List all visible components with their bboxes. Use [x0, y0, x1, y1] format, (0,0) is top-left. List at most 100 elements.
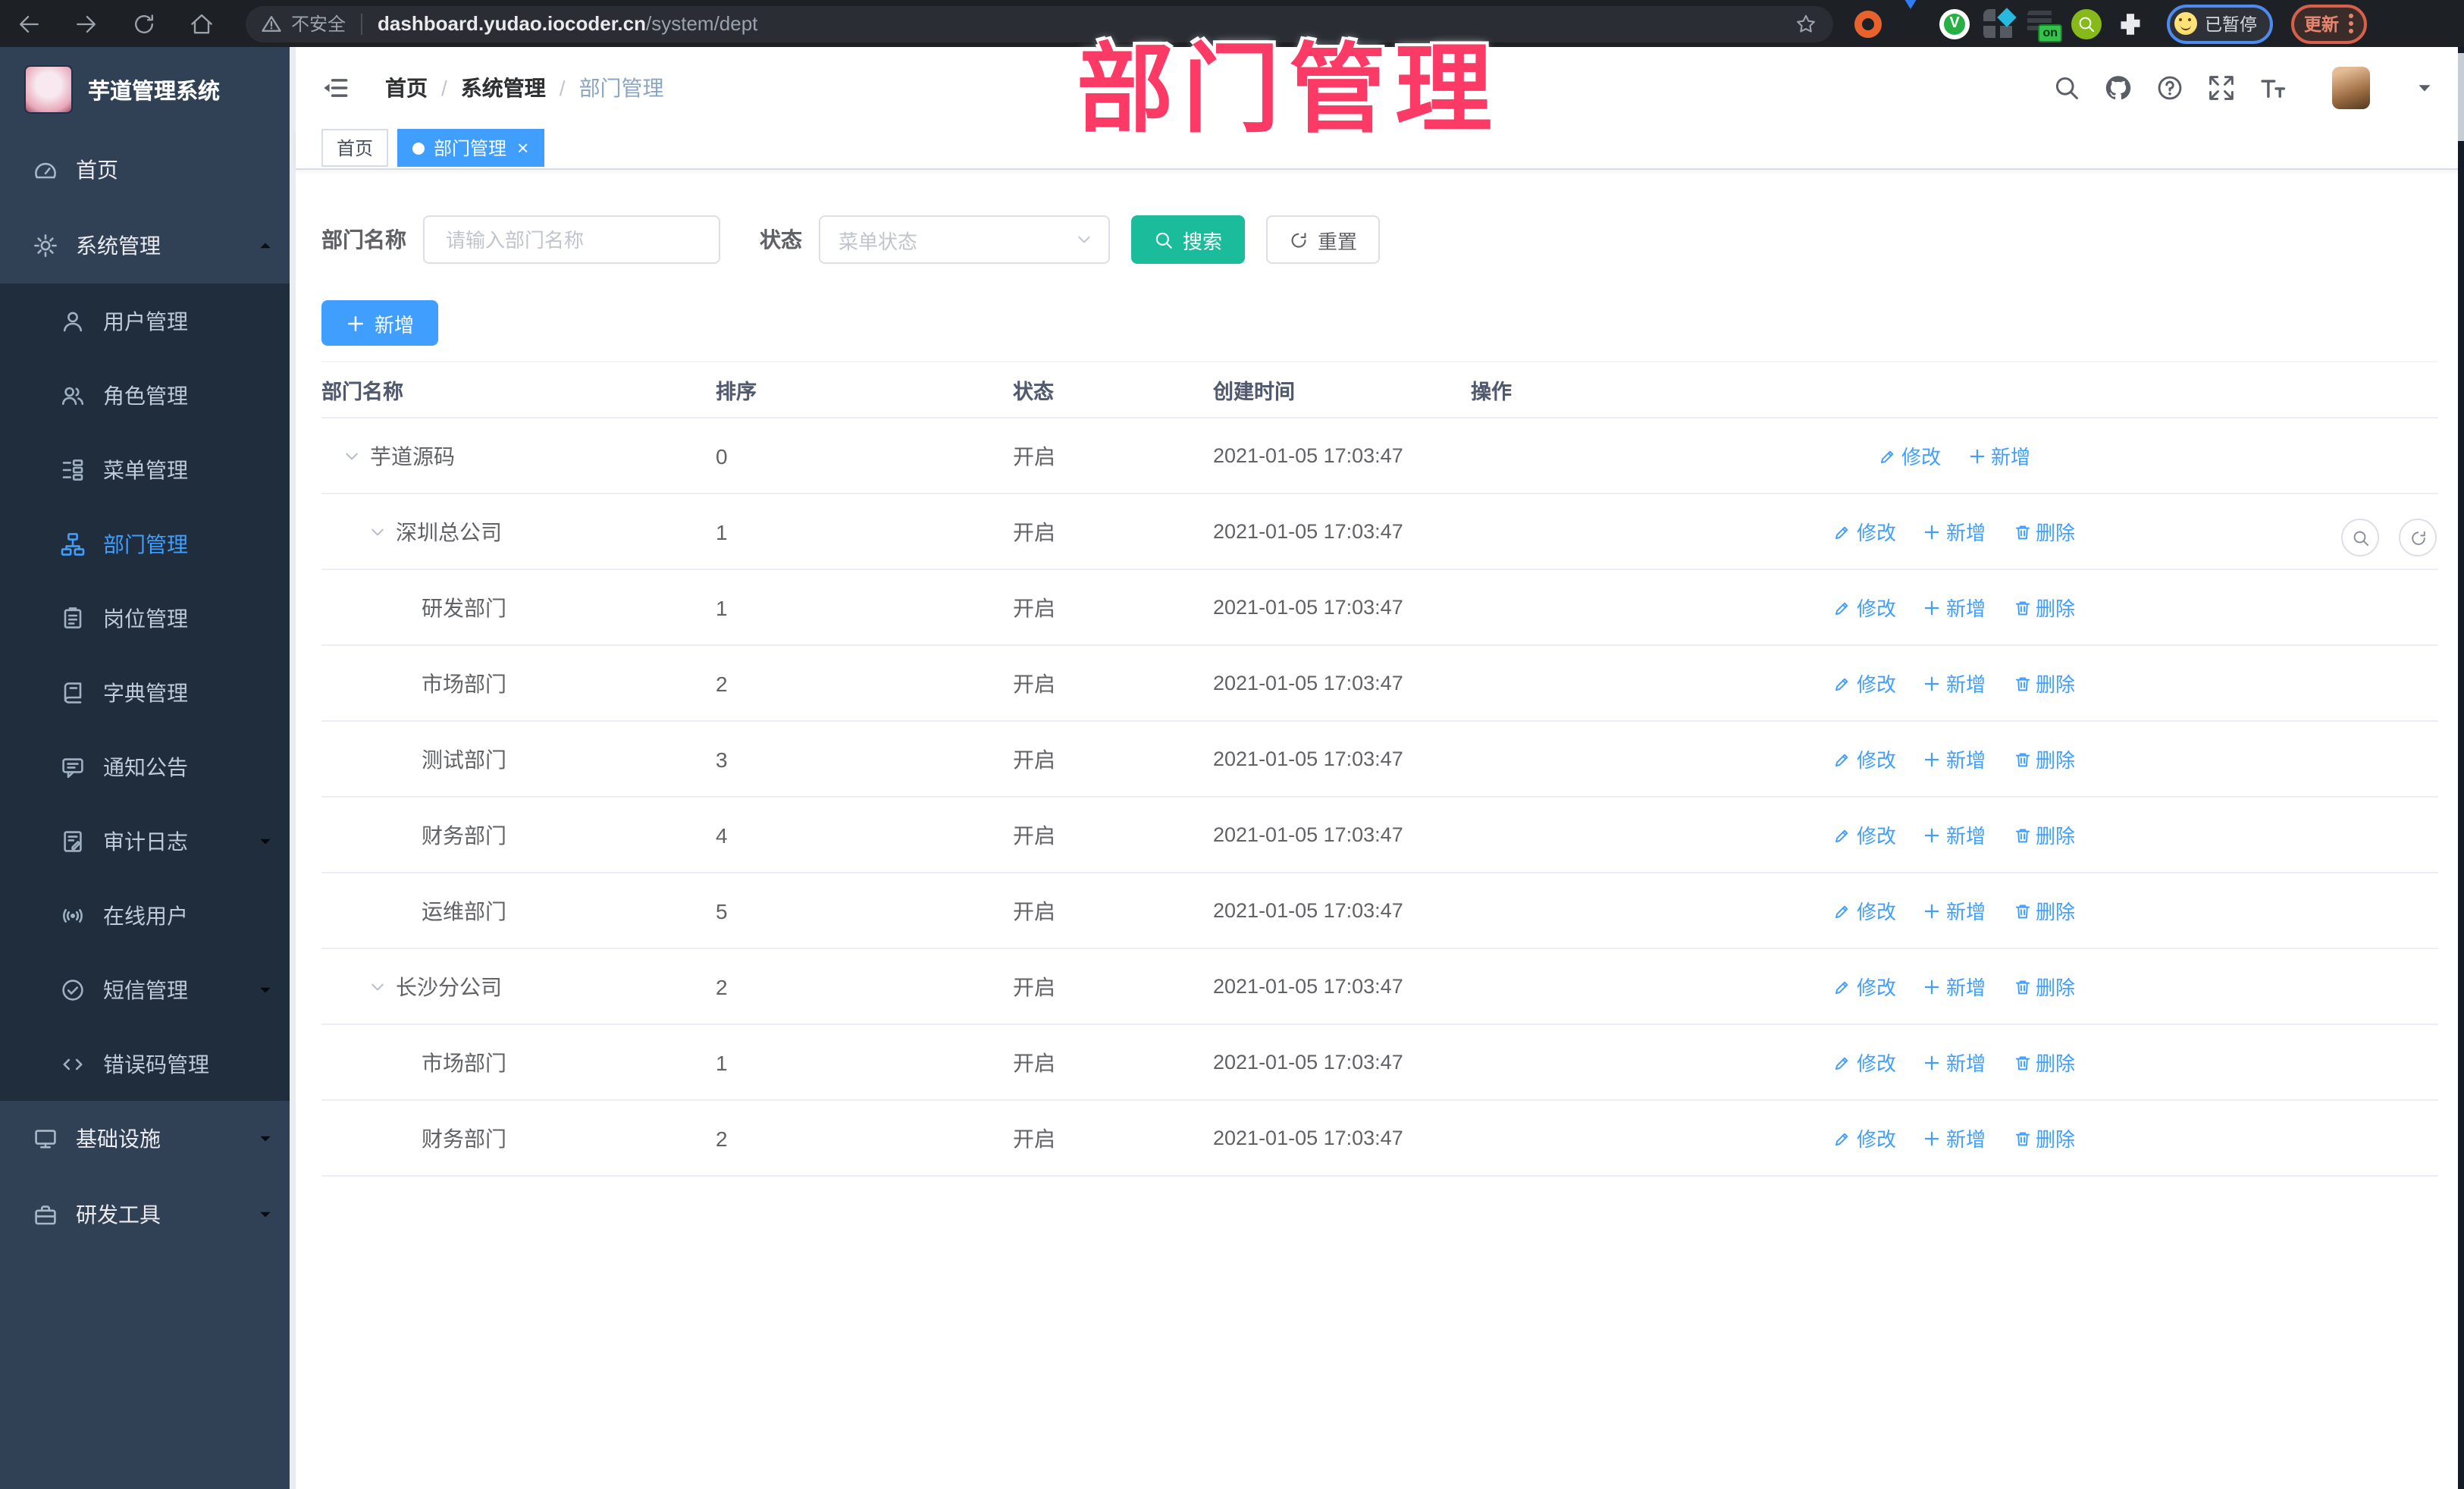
tab-close-icon[interactable]: × [517, 138, 528, 158]
row-action-add[interactable]: 新增 [1923, 972, 1986, 1001]
row-action-modify[interactable]: 修改 [1834, 820, 1896, 849]
row-action-add[interactable]: 新增 [1923, 744, 1986, 773]
expand-caret-icon[interactable] [368, 522, 387, 541]
sidebar-item-dashboard[interactable]: 首页 [0, 132, 296, 208]
row-action-add[interactable]: 新增 [1923, 669, 1986, 697]
row-action-add[interactable]: 新增 [1968, 441, 2030, 470]
app-title: 芋道管理系统 [88, 80, 220, 104]
extension-icon[interactable] [2071, 8, 2102, 39]
dept-name-input[interactable] [443, 227, 701, 252]
tab-active-view[interactable]: 部门管理 × [397, 129, 544, 167]
add-button[interactable]: 新增 [321, 300, 439, 346]
row-action-add[interactable]: 新增 [1923, 1124, 1986, 1152]
refresh-icon [2409, 528, 2427, 547]
users-icon [61, 383, 85, 407]
row-action-modify[interactable]: 修改 [1834, 517, 1896, 546]
sidebar-item-treetable[interactable]: 菜单管理 [0, 432, 296, 506]
github-icon[interactable] [2105, 74, 2132, 102]
browser-reload-icon[interactable] [130, 10, 158, 37]
extension-icon[interactable] [1895, 0, 1926, 39]
row-action-modify[interactable]: 修改 [1834, 593, 1896, 622]
row-action-add[interactable]: 新增 [1923, 593, 1986, 622]
browser-update-button[interactable]: 更新 [2290, 4, 2366, 43]
dept-status: 开启 [1013, 418, 1213, 494]
breadcrumb-item[interactable]: 系统管理 [461, 73, 546, 103]
row-action-modify[interactable]: 修改 [1834, 744, 1896, 773]
row-action-delete[interactable]: 删除 [2013, 972, 2075, 1001]
row-action-modify[interactable]: 修改 [1834, 1048, 1896, 1077]
page-scrollbar[interactable] [2458, 47, 2464, 1489]
sidebar-item-sms[interactable]: 短信管理 [0, 952, 296, 1027]
sidebar-item-post[interactable]: 岗位管理 [0, 581, 296, 655]
hamburger-icon[interactable] [321, 74, 349, 102]
row-action-modify[interactable]: 修改 [1834, 896, 1896, 925]
browser-back-icon[interactable] [15, 10, 42, 37]
row-action-delete[interactable]: 删除 [2013, 820, 2075, 849]
search-icon[interactable] [2053, 74, 2080, 102]
search-button[interactable]: 搜索 [1131, 215, 1246, 264]
refresh-table-button[interactable] [2399, 519, 2437, 556]
status-select-placeholder: 菜单状态 [839, 230, 918, 252]
trash-icon [2013, 674, 2031, 692]
help-icon[interactable] [2156, 74, 2183, 102]
row-action-modify[interactable]: 修改 [1834, 972, 1896, 1001]
status-select[interactable]: 菜单状态 [819, 215, 1110, 264]
row-action-delete[interactable]: 删除 [2013, 896, 2075, 925]
fullscreen-icon[interactable] [2208, 74, 2235, 102]
extension-icon[interactable] [1983, 8, 2014, 39]
browser-profile-chip[interactable]: 已暂停 [2167, 4, 2272, 43]
font-size-icon[interactable] [2259, 74, 2287, 102]
extensions-puzzle-icon[interactable] [2115, 8, 2146, 39]
sidebar-item-monitor[interactable]: 基础设施 [0, 1101, 296, 1177]
dept-create-time: 2021-01-05 17:03:47 [1213, 873, 1471, 949]
col-create-time: 创建时间 [1213, 361, 1471, 418]
row-action-delete[interactable]: 删除 [2013, 1124, 2075, 1152]
sidebar-item-code[interactable]: 错误码管理 [0, 1027, 296, 1101]
sidebar-item-online[interactable]: 在线用户 [0, 878, 296, 952]
sidebar-item-log[interactable]: 审计日志 [0, 804, 296, 878]
dept-name: 市场部门 [422, 1050, 506, 1074]
app-logo-row[interactable]: 芋道管理系统 [0, 47, 296, 132]
table-header-row: 部门名称 排序 状态 创建时间 操作 [321, 361, 2438, 418]
row-action-delete[interactable]: 删除 [2013, 517, 2075, 546]
sidebar-scrollbar[interactable] [290, 47, 296, 1489]
row-action-add[interactable]: 新增 [1923, 896, 1986, 925]
toggle-search-button[interactable] [2341, 519, 2379, 556]
dept-status: 开启 [1013, 721, 1213, 798]
tab-view[interactable]: 首页 [321, 129, 389, 167]
expand-caret-icon[interactable] [343, 447, 361, 465]
row-action-delete[interactable]: 删除 [2013, 1048, 2075, 1077]
extensions-bar: V on [1854, 0, 2146, 42]
user-avatar[interactable] [2332, 67, 2370, 109]
extension-icon[interactable]: V [1939, 8, 1970, 39]
row-action-modify[interactable]: 修改 [1834, 669, 1896, 697]
address-bar[interactable]: 不安全 dashboard.yudao.iocoder.cn/system/de… [246, 5, 1833, 42]
browser-menu-kebab-icon[interactable] [2348, 21, 2353, 26]
browser-home-icon[interactable] [188, 10, 215, 37]
breadcrumb-item[interactable]: 首页 [385, 73, 428, 103]
avatar-caret-icon[interactable] [2415, 79, 2434, 97]
bookmark-star-icon[interactable] [1794, 11, 1818, 36]
sidebar-item-user[interactable]: 用户管理 [0, 284, 296, 358]
sidebar-item-gear[interactable]: 系统管理 [0, 208, 296, 284]
sidebar-item-toolbox[interactable]: 研发工具 [0, 1177, 296, 1252]
extension-icon[interactable] [1854, 10, 1882, 37]
reset-button[interactable]: 重置 [1266, 215, 1381, 264]
row-action-delete[interactable]: 删除 [2013, 669, 2075, 697]
sidebar-item-tree[interactable]: 部门管理 [0, 506, 296, 581]
row-action-add[interactable]: 新增 [1923, 1048, 1986, 1077]
sidebar-item-users[interactable]: 角色管理 [0, 358, 296, 432]
sidebar-item-message[interactable]: 通知公告 [0, 729, 296, 804]
code-icon [61, 1052, 85, 1076]
scrollbar-thumb[interactable] [2458, 53, 2464, 141]
row-action-add[interactable]: 新增 [1923, 517, 1986, 546]
row-action-add[interactable]: 新增 [1923, 820, 1986, 849]
row-action-modify[interactable]: 修改 [1834, 1124, 1896, 1152]
row-action-delete[interactable]: 删除 [2013, 593, 2075, 622]
browser-forward-icon[interactable] [73, 10, 100, 37]
extension-icon[interactable]: on [2027, 8, 2062, 42]
row-action-delete[interactable]: 删除 [2013, 744, 2075, 773]
expand-caret-icon[interactable] [368, 977, 387, 995]
row-action-modify[interactable]: 修改 [1879, 441, 1941, 470]
sidebar-item-dict[interactable]: 字典管理 [0, 655, 296, 729]
